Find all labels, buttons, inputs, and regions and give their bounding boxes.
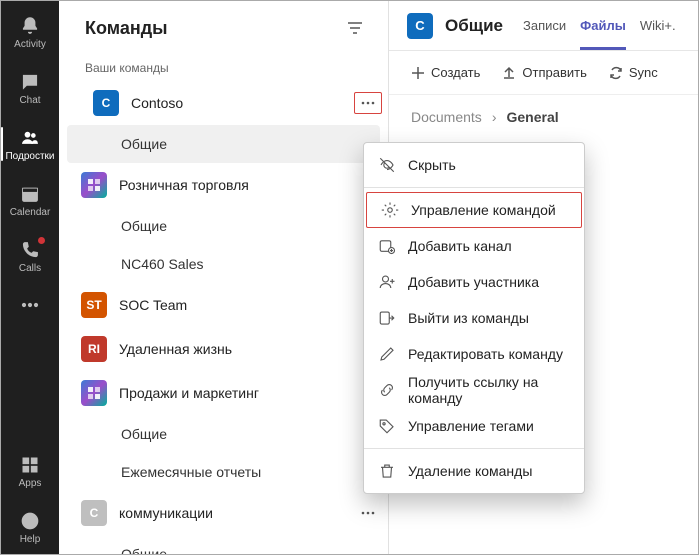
- new-button[interactable]: Создать: [411, 65, 480, 80]
- tab-files[interactable]: Файлы: [580, 1, 626, 50]
- filter-button[interactable]: [342, 15, 368, 41]
- menu-item-label: Получить ссылку на команду: [408, 374, 570, 406]
- people-icon: [19, 127, 41, 149]
- team-row[interactable]: Розничная торговля: [59, 163, 388, 207]
- menu-item-label: Управление тегами: [408, 418, 534, 434]
- team-avatar: C: [81, 500, 107, 526]
- team-avatar: [81, 172, 107, 198]
- content-header: C Общие Записи Файлы Wiki+.: [389, 1, 698, 51]
- channel-avatar: C: [407, 13, 433, 39]
- teams-panel: Команды Ваши команды C Contoso Общие Рознич…: [59, 1, 389, 554]
- rail-more[interactable]: [1, 285, 59, 325]
- menu-item-leave[interactable]: Выйти из команды: [364, 300, 584, 336]
- team-avatar: RI: [81, 336, 107, 362]
- channel-item[interactable]: Общие: [59, 207, 388, 245]
- chat-icon: [19, 71, 41, 93]
- team-more-button[interactable]: [354, 502, 382, 524]
- menu-item-label: Выйти из команды: [408, 310, 529, 326]
- team-avatar: C: [93, 90, 119, 116]
- menu-item-trash[interactable]: Удаление команды: [364, 453, 584, 489]
- tag-icon: [378, 417, 396, 435]
- channel-item[interactable]: Общие: [67, 125, 380, 163]
- menu-item-tag[interactable]: Управление тегами: [364, 408, 584, 444]
- chevron-right-icon: ›: [492, 109, 497, 125]
- trash-icon: [378, 462, 396, 480]
- channel-item[interactable]: Ежемесячные отчеты: [59, 453, 388, 491]
- breadcrumb: Documents › General: [389, 95, 698, 139]
- menu-item-edit[interactable]: Редактировать команду: [364, 336, 584, 372]
- menu-item-label: Добавить участника: [408, 274, 539, 290]
- badge-dot-icon: [38, 237, 45, 244]
- more-icon: [19, 294, 41, 316]
- team-context-menu: Скрыть Управление командой Добавить канал Д…: [363, 142, 585, 494]
- tab-posts[interactable]: Записи: [523, 1, 566, 50]
- addch-icon: [378, 237, 396, 255]
- menu-item-label: Управление командой: [411, 202, 556, 218]
- menu-item-addch[interactable]: Добавить канал: [364, 228, 584, 264]
- help-icon: [19, 510, 41, 532]
- team-name: коммуникации: [119, 505, 342, 521]
- team-row[interactable]: RI Удаленная жизнь: [59, 327, 388, 371]
- menu-item-hide[interactable]: Скрыть: [364, 147, 584, 183]
- channel-item[interactable]: NC460 Sales: [59, 245, 388, 283]
- menu-separator: [364, 187, 584, 188]
- channel-title: Общие: [445, 16, 503, 36]
- team-avatar: ST: [81, 292, 107, 318]
- team-more-button[interactable]: [354, 92, 382, 114]
- team-name: SOC Team: [119, 297, 388, 313]
- menu-item-link[interactable]: Получить ссылку на команду: [364, 372, 584, 408]
- edit-icon: [378, 345, 396, 363]
- team-name: Удаленная жизнь: [119, 341, 388, 357]
- menu-item-label: Редактировать команду: [408, 346, 563, 362]
- gear-icon: [381, 201, 399, 219]
- team-row[interactable]: C Contoso: [59, 81, 388, 125]
- left-rail: Activity Chat Подростки Calendar Calls A…: [1, 1, 59, 554]
- upload-button[interactable]: Отправить: [502, 65, 586, 80]
- rail-help[interactable]: Help: [1, 500, 59, 554]
- hide-icon: [378, 156, 396, 174]
- rail-apps[interactable]: Apps: [1, 444, 59, 498]
- section-label: Ваши команды: [59, 49, 388, 81]
- team-row[interactable]: ST SOC Team: [59, 283, 388, 327]
- menu-separator: [364, 448, 584, 449]
- files-toolbar: Создать Отправить Sync: [389, 51, 698, 95]
- bell-icon: [19, 15, 41, 37]
- tab-wiki[interactable]: Wiki+.: [640, 1, 676, 50]
- menu-item-label: Добавить канал: [408, 238, 512, 254]
- channel-item[interactable]: Общие: [59, 415, 388, 453]
- team-avatar: [81, 380, 107, 406]
- breadcrumb-current: General: [506, 109, 558, 125]
- calendar-icon: [19, 183, 41, 205]
- tabs: Записи Файлы Wiki+.: [523, 1, 676, 50]
- rail-calendar[interactable]: Calendar: [1, 173, 59, 227]
- rail-calls[interactable]: Calls: [1, 229, 59, 283]
- breadcrumb-root[interactable]: Documents: [411, 109, 482, 125]
- team-list: CContosoОбщиеРозничная торговляОбщиеNC46…: [59, 81, 388, 554]
- panel-title: Команды: [85, 18, 168, 39]
- rail-chat[interactable]: Chat: [1, 61, 59, 115]
- link-icon: [378, 381, 396, 399]
- team-row[interactable]: Продажи и маркетинг: [59, 371, 388, 415]
- leave-icon: [378, 309, 396, 327]
- menu-item-gear[interactable]: Управление командой: [366, 192, 582, 228]
- sync-button[interactable]: Sync: [609, 65, 658, 80]
- channel-item[interactable]: Общие: [59, 535, 388, 554]
- team-name: Розничная торговля: [119, 177, 388, 193]
- apps-icon: [19, 454, 41, 476]
- adduser-icon: [378, 273, 396, 291]
- team-name: Contoso: [131, 95, 342, 111]
- team-name: Продажи и маркетинг: [119, 385, 388, 401]
- rail-teams[interactable]: Подростки: [1, 117, 59, 171]
- menu-item-label: Скрыть: [408, 157, 456, 173]
- team-row[interactable]: Cкоммуникации: [59, 491, 388, 535]
- rail-activity[interactable]: Activity: [1, 5, 59, 59]
- menu-item-adduser[interactable]: Добавить участника: [364, 264, 584, 300]
- menu-item-label: Удаление команды: [408, 463, 532, 479]
